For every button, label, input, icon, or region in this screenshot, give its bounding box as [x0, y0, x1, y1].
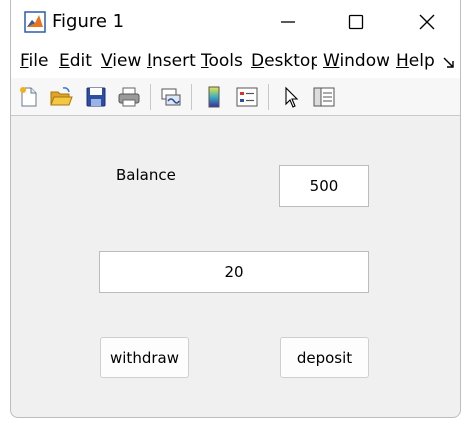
- open-file-icon[interactable]: [49, 85, 73, 109]
- menu-help-mnemonic: H: [396, 51, 409, 71]
- edit-plot-pointer-icon[interactable]: [279, 85, 303, 109]
- deposit-button[interactable]: deposit: [280, 337, 369, 378]
- print-icon[interactable]: [117, 85, 141, 109]
- menu-file-mnemonic: F: [20, 51, 29, 71]
- menu-tools[interactable]: Tools: [201, 50, 243, 72]
- title-bar[interactable]: Figure 1: [11, 0, 460, 44]
- menu-edit[interactable]: Edit: [59, 50, 92, 72]
- menu-insert[interactable]: Insert: [147, 50, 197, 72]
- new-figure-icon[interactable]: [17, 85, 41, 109]
- balance-label: Balance: [116, 166, 176, 184]
- property-inspector-icon[interactable]: [312, 85, 336, 109]
- window-title: Figure 1: [52, 11, 125, 32]
- menu-view-mnemonic: V: [101, 51, 113, 71]
- minimize-icon: [281, 21, 295, 23]
- legend-icon[interactable]: [235, 85, 259, 109]
- overflow-arrow-icon[interactable]: [442, 56, 456, 70]
- menu-file-label: ile: [28, 51, 49, 71]
- withdraw-button[interactable]: withdraw: [100, 337, 189, 378]
- matlab-icon: [24, 11, 46, 33]
- menu-window[interactable]: Window: [323, 50, 389, 72]
- menu-desktop-label: esktop: [264, 51, 317, 71]
- menu-desktop[interactable]: Desktop: [251, 50, 317, 72]
- amount-input[interactable]: 20: [99, 251, 369, 293]
- menu-insert-label: nsert: [152, 51, 196, 71]
- menu-edit-mnemonic: E: [59, 51, 70, 71]
- toolbar-separator: [191, 84, 192, 110]
- balance-value-field[interactable]: 500: [279, 165, 369, 207]
- menu-file[interactable]: File: [20, 50, 48, 72]
- menu-tools-mnemonic: T: [201, 51, 209, 71]
- menu-view-label: iew: [112, 51, 142, 71]
- toolbar-separator: [150, 84, 151, 110]
- maximize-button[interactable]: [327, 0, 385, 44]
- minimize-button[interactable]: [259, 0, 317, 44]
- menu-window-label: indow: [339, 51, 389, 71]
- menu-help-label: elp: [408, 51, 435, 71]
- menu-window-mnemonic: W: [323, 51, 340, 71]
- menu-tools-label: ools: [208, 51, 243, 71]
- menu-edit-label: dit: [69, 51, 92, 71]
- save-icon[interactable]: [84, 85, 108, 109]
- menu-help[interactable]: Help: [396, 50, 435, 72]
- colorbar-icon[interactable]: [202, 85, 226, 109]
- toolbar-separator: [268, 84, 269, 110]
- link-plot-icon[interactable]: [159, 85, 183, 109]
- maximize-icon: [348, 14, 364, 30]
- close-icon: [419, 14, 435, 30]
- menu-view[interactable]: View: [101, 50, 141, 72]
- close-button[interactable]: [398, 0, 456, 44]
- menu-bar: File Edit View Insert Tools Desktop Wind…: [11, 44, 460, 78]
- figure-toolbar: [11, 78, 460, 116]
- figure-window: Figure 1 File Edit View Insert Tools Des…: [10, 0, 461, 418]
- menu-desktop-mnemonic: D: [251, 51, 265, 71]
